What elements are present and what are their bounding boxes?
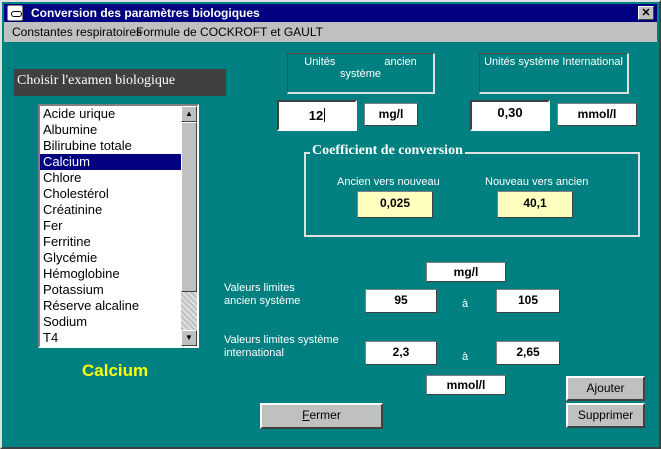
list-item[interactable]: Sodium bbox=[40, 314, 181, 330]
scroll-down-arrow-icon[interactable]: ▼ bbox=[181, 330, 197, 346]
limits-si-min-field[interactable]: 2,3 bbox=[365, 341, 437, 365]
list-item[interactable]: Potassium bbox=[40, 282, 181, 298]
si-value-input[interactable]: 0,30 bbox=[470, 100, 550, 131]
choose-exam-label: Choisir l'examen biologique bbox=[14, 69, 226, 96]
old-value-input[interactable]: 12 bbox=[277, 100, 357, 131]
title-bar: Conversion des paramètres biologiques ✕ bbox=[4, 4, 657, 22]
app-icon[interactable] bbox=[7, 5, 23, 21]
old-to-new-label: Ancien vers nouveau bbox=[337, 176, 440, 188]
list-item[interactable]: Ferritine bbox=[40, 234, 181, 250]
exam-listbox[interactable]: Acide urique Albumine Bilirubine totale … bbox=[38, 104, 199, 348]
limits-si-separator: à bbox=[462, 351, 469, 363]
si-units-header-text: Unités système International bbox=[484, 56, 623, 68]
coefficient-frame bbox=[304, 152, 640, 237]
limits-old-unit-label: mg/l bbox=[426, 262, 506, 282]
limits-si-label-line1: Valeurs limites système bbox=[224, 334, 339, 346]
si-units-header: Unités système International bbox=[479, 53, 629, 94]
list-item-selected[interactable]: Calcium bbox=[40, 154, 181, 170]
menu-item-formule-cockroft-gault[interactable]: Formule de COCKROFT et GAULT bbox=[136, 25, 323, 39]
list-item[interactable]: Bilirubine totale bbox=[40, 138, 181, 154]
list-item[interactable]: Chlore bbox=[40, 170, 181, 186]
list-item[interactable]: Albumine bbox=[40, 122, 181, 138]
list-item[interactable]: Hémoglobine bbox=[40, 266, 181, 282]
limits-old-max-field[interactable]: 105 bbox=[496, 289, 560, 313]
old-units-header-line2: système bbox=[340, 68, 381, 80]
app-window: Conversion des paramètres biologiques ✕ … bbox=[0, 0, 661, 449]
old-to-new-value: 0,025 bbox=[357, 191, 433, 218]
old-value-text: 12 bbox=[308, 108, 324, 123]
list-item[interactable]: Cholestérol bbox=[40, 186, 181, 202]
new-to-old-label: Nouveau vers ancien bbox=[485, 176, 589, 188]
limits-si-max-field[interactable]: 2,65 bbox=[496, 341, 560, 365]
old-unit-label: mg/l bbox=[364, 103, 418, 126]
coefficient-title: Coefficient de conversion bbox=[310, 143, 465, 159]
list-scrollbar[interactable]: ▲ ▼ bbox=[181, 106, 197, 346]
limits-si-label-line2: international bbox=[224, 347, 284, 359]
list-item[interactable]: Glycémie bbox=[40, 250, 181, 266]
limits-old-label-line2: ancien système bbox=[224, 295, 301, 307]
si-unit-label: mmol/l bbox=[557, 103, 637, 126]
list-item[interactable]: Créatinine bbox=[40, 202, 181, 218]
delete-button[interactable]: Supprimer bbox=[566, 403, 645, 428]
list-item[interactable]: Réserve alcaline bbox=[40, 298, 181, 314]
selected-exam-name: Calcium bbox=[82, 361, 149, 380]
close-window-button[interactable]: ✕ bbox=[638, 6, 654, 20]
close-button-label: ermer bbox=[309, 408, 341, 422]
list-item[interactable]: Fer bbox=[40, 218, 181, 234]
add-button[interactable]: Ajouter bbox=[566, 376, 645, 401]
scroll-up-arrow-icon[interactable]: ▲ bbox=[181, 106, 197, 122]
window-title: Conversion des paramètres biologiques bbox=[31, 6, 260, 20]
scroll-thumb[interactable] bbox=[181, 122, 197, 292]
limits-old-label-line1: Valeurs limites bbox=[224, 282, 295, 294]
old-units-header-line1: Unités ancien bbox=[304, 56, 417, 68]
exam-list-items: Acide urique Albumine Bilirubine totale … bbox=[40, 106, 181, 346]
list-item[interactable]: Acide urique bbox=[40, 106, 181, 122]
limits-old-min-field[interactable]: 95 bbox=[365, 289, 437, 313]
menu-item-constantes-respiratoires[interactable]: Constantes respiratoires bbox=[12, 25, 142, 39]
limits-old-separator: à bbox=[462, 298, 469, 310]
close-button-mnemonic: F bbox=[302, 408, 310, 422]
limits-si-unit-label: mmol/l bbox=[426, 375, 506, 395]
old-units-header: Unités ancien système bbox=[287, 53, 435, 94]
new-to-old-value: 40,1 bbox=[497, 191, 573, 218]
menu-bar: Constantes respiratoires Formule de COCK… bbox=[4, 22, 657, 42]
list-item[interactable]: T4 bbox=[40, 330, 181, 346]
close-button[interactable]: Fermer bbox=[260, 403, 383, 429]
text-caret bbox=[324, 108, 326, 122]
